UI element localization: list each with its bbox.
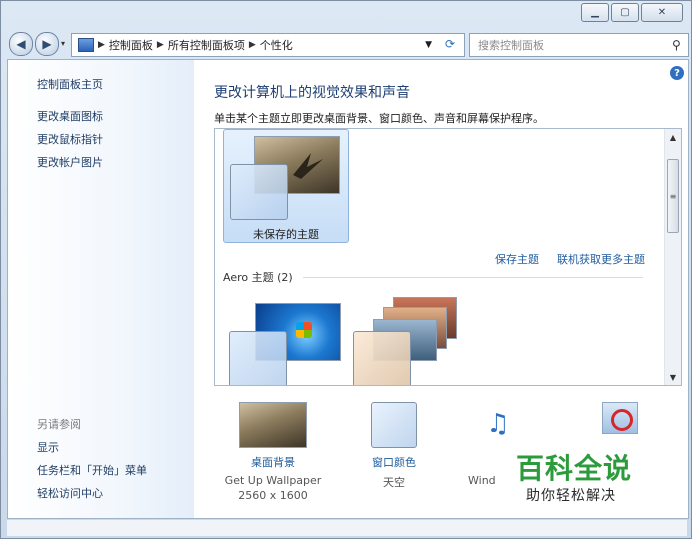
window-color-name: 天空	[383, 476, 405, 489]
window-color-swatch	[230, 164, 288, 220]
breadcrumb-all-items[interactable]: 所有控制面板项	[168, 37, 245, 53]
address-bar[interactable]: ▶ 控制面板 ▶ 所有控制面板项 ▶ 个性化 ▼	[71, 33, 465, 57]
save-theme-link[interactable]: 保存主题	[495, 251, 539, 267]
desktop-background-item[interactable]: 桌面背景 Get Up Wallpaper 2560 x 1600	[208, 402, 338, 502]
see-also-display[interactable]: 显示	[37, 439, 59, 455]
theme-list-scrollbar[interactable]: ▲ ≡ ▼	[664, 129, 681, 385]
window-color-swatch	[353, 331, 411, 385]
aero-themes-heading: Aero 主题 (2)	[223, 271, 293, 284]
window-color-swatch	[229, 331, 287, 385]
watermark-tagline: 助你轻松解决	[526, 488, 616, 504]
breadcrumb-control-panel[interactable]: 控制面板	[109, 37, 153, 53]
desktop-background-name: Get Up Wallpaper	[224, 474, 322, 487]
desktop-background-thumbnail	[239, 402, 307, 448]
no-sign-icon	[611, 409, 633, 431]
forward-arrow-icon: ▶	[42, 37, 52, 51]
sidebar-item-mouse-pointer[interactable]: 更改鼠标指针	[37, 131, 103, 147]
scroll-up-icon[interactable]: ▲	[665, 129, 681, 145]
sidebar: 控制面板主页 更改桌面图标 更改鼠标指针 更改帐户图片 另请参阅 显示 任务栏和…	[8, 60, 194, 518]
desktop-background-resolution: 2560 x 1600	[238, 489, 308, 502]
get-more-themes-link[interactable]: 联机获取更多主题	[557, 251, 645, 267]
sidebar-item-desktop-icons[interactable]: 更改桌面图标	[37, 108, 103, 124]
see-also-taskbar[interactable]: 任务栏和「开始」菜单	[37, 462, 147, 478]
group-divider	[303, 277, 643, 278]
theme-list[interactable]: 未保存的主题 保存主题 联机获取更多主题 Aero 主题 (2) ▲ ≡ ▼	[214, 128, 682, 386]
unsaved-theme-label: 未保存的主题	[253, 228, 319, 241]
windows-logo-icon	[296, 322, 312, 338]
sidebar-item-account-picture[interactable]: 更改帐户图片	[37, 154, 103, 170]
back-arrow-icon: ◀	[16, 37, 26, 51]
minimize-button[interactable]: ▁	[581, 3, 609, 22]
status-bar	[7, 519, 687, 536]
breadcrumb-arrow-icon[interactable]: ▶	[98, 40, 105, 50]
see-also-heading: 另请参阅	[37, 418, 81, 431]
sidebar-home-link[interactable]: 控制面板主页	[37, 76, 103, 92]
recent-pages-dropdown-icon[interactable]: ▾	[61, 39, 65, 48]
refresh-icon: ⟳	[444, 37, 456, 51]
see-also-ease-of-access[interactable]: 轻松访问中心	[37, 485, 103, 501]
close-icon: ✕	[657, 7, 667, 18]
window-color-swatch	[371, 402, 417, 448]
search-icon[interactable]: ⚲	[672, 38, 688, 52]
back-button[interactable]: ◀	[9, 32, 33, 56]
breadcrumb-personalization[interactable]: 个性化	[260, 37, 293, 53]
search-input[interactable]: 搜索控制面板	[470, 37, 672, 53]
music-notes-icon: ♫	[486, 409, 510, 439]
maximize-icon: ▢	[620, 7, 630, 18]
unsaved-theme-tile[interactable]: 未保存的主题	[223, 129, 349, 243]
screen-saver-icon	[602, 402, 638, 434]
page-title: 更改计算机上的视觉效果和声音	[214, 85, 410, 101]
landscapes-theme-tile[interactable]	[351, 297, 471, 385]
minimize-icon: ▁	[591, 7, 599, 18]
desktop-background-label: 桌面背景	[251, 456, 295, 469]
address-row: ◀ ▶ ▾ ▶ 控制面板 ▶ 所有控制面板项 ▶ 个性化 ▼ ⟳ 搜索控制面板 …	[1, 29, 691, 59]
maximize-button[interactable]: ▢	[611, 3, 639, 22]
scroll-thumb[interactable]: ≡	[667, 159, 679, 233]
title-bar: ▁ ▢ ✕	[1, 1, 691, 27]
breadcrumb-arrow-icon[interactable]: ▶	[249, 40, 256, 50]
breadcrumb-arrow-icon[interactable]: ▶	[157, 40, 164, 50]
watermark-brand: 百科全说	[516, 452, 633, 485]
refresh-button[interactable]: ⟳	[437, 33, 463, 55]
screen-saver-item[interactable]	[590, 402, 650, 434]
address-dropdown-icon[interactable]: ▼	[425, 40, 432, 50]
forward-button[interactable]: ▶	[35, 32, 59, 56]
scroll-down-icon[interactable]: ▼	[665, 369, 681, 385]
windows7-theme-tile[interactable]	[227, 297, 345, 385]
close-button[interactable]: ✕	[641, 3, 683, 22]
search-box[interactable]: 搜索控制面板 ⚲	[469, 33, 689, 57]
control-panel-window: ▁ ▢ ✕ ◀ ▶ ▾ ▶ 控制面板 ▶ 所有控制面板项 ▶ 个性化 ▼ ⟳ 搜…	[0, 0, 692, 539]
page-description: 单击某个主题立即更改桌面背景、窗口颜色、声音和屏幕保护程序。	[214, 112, 544, 125]
control-panel-icon	[78, 38, 94, 52]
help-icon[interactable]: ?	[670, 66, 684, 80]
window-color-label: 窗口颜色	[372, 456, 416, 469]
window-color-item[interactable]: 窗口颜色 天空	[344, 402, 444, 490]
